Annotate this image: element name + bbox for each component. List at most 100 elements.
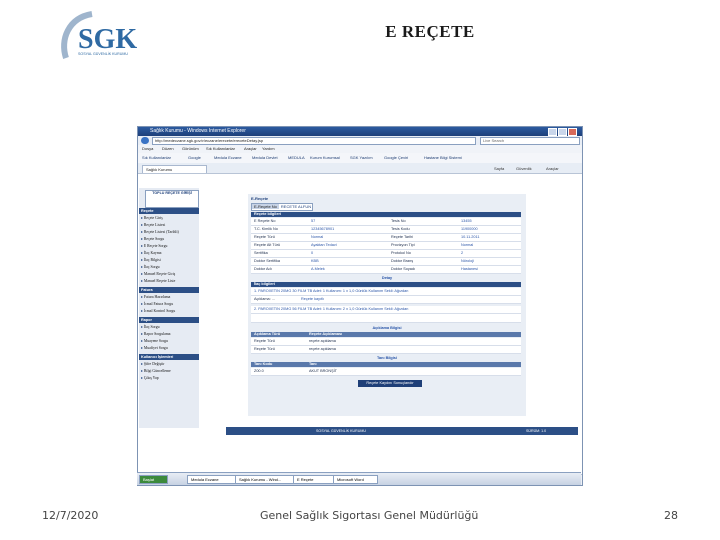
fav-item[interactable]: Medula Eczane [214,155,242,160]
sidebar-item[interactable]: Manuel Reçete Giriş [141,271,199,277]
footer-date: 12/7/2020 [42,509,99,522]
sidebar-item[interactable]: Reçete Sorgu [141,236,199,242]
row-key: Provizyon Tipi [391,243,415,247]
row-value: 0 [311,251,314,255]
sidebar-section-fatura: Fatura [139,287,199,293]
sidebar-item[interactable]: Bilgi Güncelleme [141,368,199,374]
diag-cell: reçete açıklama [309,339,336,343]
page-number: 28 [664,509,678,522]
window-title: Sağlık Kurumu - Windows Internet Explore… [150,128,246,134]
sgk-logo: SGK SOSYAL GÜVENLİK KURUMU [58,10,168,66]
tool-security[interactable]: Güvenlik [516,166,532,171]
sidebar-item[interactable]: İlaç Kayma [141,250,199,256]
row-key: Tesis No [391,219,406,223]
close-button[interactable] [568,128,577,136]
fav-item[interactable]: Kurum Kurumsal [310,155,340,160]
sidebar-header[interactable]: TOPLU REÇETE GİRİŞİ [145,190,199,208]
sidebar-item[interactable]: Şifre Değiştir [141,361,199,367]
menu-edit[interactable]: Düzen [162,146,174,151]
diag-cell: reçete açıklama [309,347,336,351]
taskbar-item[interactable]: Microsoft Word [333,475,378,484]
drug-row: Açıklama: ... Reçete kayıtlı [251,296,521,304]
app-footer: SOSYAL GÜVENLİK KURUMU SÜRÜM: 1.0 [226,427,578,435]
taskbar: Başlat Medula Eczane Sağlık Kurumu - Win… [137,472,581,485]
footer-right: SÜRÜM: 1.0 [526,429,547,433]
row-key: Reçete Türü [254,235,275,239]
info-header: Reçete bilgileri [251,212,521,217]
menu-tools[interactable]: Araçlar [244,146,257,151]
tani-cell: AKUT BRONŞİT [309,369,337,373]
start-button[interactable]: Başlat [139,475,168,484]
tani-header[interactable]: Tanı Bilgisi [248,356,526,360]
sidebar-item[interactable]: İcmal Kontrol Sorgu [141,308,199,314]
slide-title: E REÇETE [385,22,475,41]
address-input[interactable]: http://medeczane.sgk.gov.tr/eczane/erece… [152,137,476,145]
tab-bar: Sağlık Kurumu Sayfa Güvenlik Araçlar [138,163,582,174]
tani-columns: Tanı Kodu Tanı [251,362,521,367]
drug-header: İlaç bilgileri [251,282,521,287]
fav-item[interactable]: MEDULA [288,155,305,160]
sidebar-item[interactable]: İcmal Fatura Sorgu [141,301,199,307]
title-bar: Sağlık Kurumu - Windows Internet Explore… [138,127,582,136]
drug-row: 2. PAROXETIN 20MG 56 FILM TB Adet: 1 Kul… [251,306,521,314]
tool-page[interactable]: Sayfa [494,166,504,171]
sidebar-item[interactable]: Reçete Listesi (Tarihli) [141,229,199,235]
fav-item[interactable]: Sık Kullanılanlar [142,155,171,160]
row-key: Doktor Sertifika [254,259,280,263]
fav-item[interactable]: Medula Devlet [252,155,278,160]
menu-help[interactable]: Yardım [262,146,275,151]
fav-item[interactable]: SGK Yazılım [350,155,373,160]
row-value: Normal [461,243,474,247]
taskbar-item[interactable]: Sağlık Kurumu - Wind... [235,475,294,484]
browser-window: Sağlık Kurumu - Windows Internet Explore… [137,126,583,486]
menu-file[interactable]: Dosya [142,146,153,151]
diag-header[interactable]: Açıklama Bilgisi [248,326,526,330]
prescription-panel: E-Reçete E-Reçete No RECETE ALFUN Reçete … [248,194,526,416]
row-value: 13455 [461,219,472,223]
sidebar-item[interactable]: İlaç Bilgisi [141,257,199,263]
taskbar-item[interactable]: Medula Eczane [187,475,236,484]
sidebar-item[interactable]: Muafiyet Sorgu [141,345,199,351]
row-key: Doktor Branş [391,259,414,263]
sidebar-item[interactable]: E Reçete Sorgu [141,243,199,249]
desc-value: Reçete kayıtlı [301,297,325,301]
drug-line: 2. PAROXETIN 20MG 56 FILM TB Adet: 1 Kul… [254,307,409,311]
tool-tools[interactable]: Araçlar [546,166,559,171]
sidebar-item[interactable]: Reçete Listesi [141,222,199,228]
recete-code-value: RECETE ALFUN [280,204,312,209]
fav-item[interactable]: Google [188,155,201,160]
sidebar-item[interactable]: İlaç Sorgu [141,324,199,330]
minimize-button[interactable] [548,128,557,136]
save-prescription-button[interactable]: Reçete Kaydını Sonuçlandır [358,380,422,387]
row-key: Tesis Kodu [391,227,410,231]
sidebar-item[interactable]: Reçete Giriş [141,215,199,221]
menu-view[interactable]: Görünüm [182,146,199,151]
sidebar-item[interactable]: Fatura Hazırlama [141,294,199,300]
sidebar-item[interactable]: Manuel Reçete Liste [141,278,199,284]
sidebar-item[interactable]: İlaç Sorgu [141,264,199,270]
back-icon[interactable] [141,137,149,144]
diag-columns: Açıklama Türü Reçete Açıklaması [251,332,521,337]
maximize-button[interactable] [558,128,567,136]
menu-favorites[interactable]: Sık Kullanılanlar [206,146,235,151]
fav-item[interactable]: Google Çeviri [384,155,408,160]
drug-detail-link[interactable]: Detay [248,276,526,280]
sidebar-item[interactable]: Muayene Sorgu [141,338,199,344]
footer-org: Genel Sağlık Sigortası Genel Müdürlüğü [260,509,479,522]
tani-row: Z00.0 AKUT BRONŞİT [251,368,521,376]
diag-col: Reçete Açıklaması [309,332,343,336]
sidebar: TOPLU REÇETE GİRİŞİ Reçete Reçete Giriş … [139,188,199,428]
row-value: Ayaktan Tedavi [311,243,337,247]
fav-item[interactable]: Hastane Bilgi Sistemi [424,155,462,160]
desc-label: Açıklama: ... [254,297,275,301]
tani-col: Tanı [309,362,317,366]
tani-cell: Z00.0 [254,369,264,373]
table-row: E Reçete No 57 Tesis No 13455 [251,218,521,226]
row-value: Normal [311,235,324,239]
diag-row: Reçete Türü reçete açıklama [251,346,521,354]
sidebar-item[interactable]: Çıkış Yap [141,375,199,381]
search-input[interactable]: Live Search [480,137,580,145]
sidebar-item[interactable]: Rapor Sorgulama [141,331,199,337]
browser-tab[interactable]: Sağlık Kurumu [142,165,207,173]
taskbar-item[interactable]: E Reçete [293,475,334,484]
